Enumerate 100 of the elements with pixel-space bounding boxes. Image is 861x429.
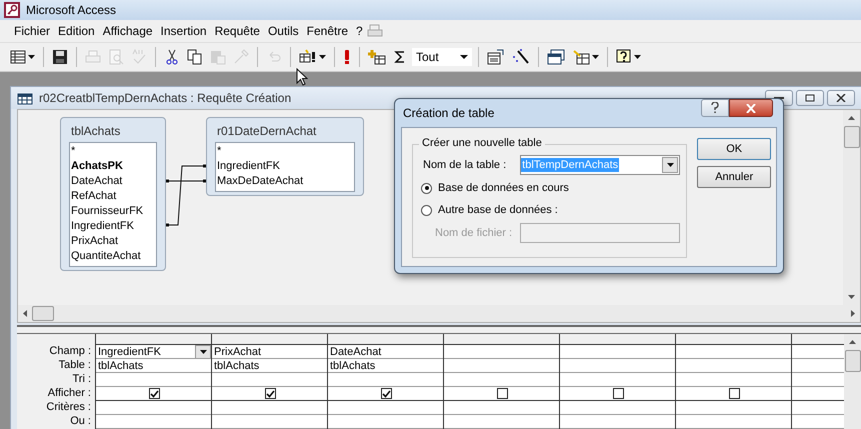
scroll-thumb[interactable] (844, 126, 860, 148)
grid-cell[interactable] (328, 387, 443, 401)
left-arrow-icon[interactable] (23, 310, 27, 317)
cut-icon[interactable] (164, 49, 180, 65)
caret-icon[interactable] (592, 55, 599, 59)
grid-cell[interactable]: PrixAchat (212, 345, 327, 359)
grid-cell[interactable] (96, 401, 211, 415)
caret-icon[interactable] (634, 55, 641, 59)
grid-cell[interactable] (212, 401, 327, 415)
field-item[interactable]: PrixAchat (71, 234, 156, 249)
help-button[interactable] (701, 99, 729, 117)
grid-cell[interactable] (676, 373, 791, 387)
wand-icon[interactable] (512, 49, 530, 65)
properties-icon[interactable] (487, 49, 505, 65)
field-item[interactable]: RefAchat (71, 189, 156, 204)
field-item[interactable]: MaxDeDateAchat (217, 174, 354, 189)
run-icon[interactable] (343, 49, 351, 65)
right-arrow-icon[interactable] (851, 310, 855, 317)
dialog-button[interactable]: OK (697, 138, 772, 160)
grid-cell[interactable] (560, 415, 675, 429)
field-item[interactable]: * (71, 144, 156, 159)
dialog-button[interactable]: Annuler (697, 166, 772, 188)
radio-option[interactable]: Base de données en cours (419, 179, 680, 197)
show-checkbox[interactable] (729, 388, 740, 399)
grid-cell[interactable] (212, 387, 327, 401)
table-box[interactable]: tblAchats * AchatsPK DateAchat RefAchat FournisseurFK IngredientFK PrixAchat QuantiteAchat (60, 117, 166, 271)
add-table-icon[interactable] (368, 49, 386, 65)
close-button[interactable] (729, 99, 773, 117)
show-checkbox[interactable] (613, 388, 624, 399)
field-item[interactable]: QuantiteAchat (71, 249, 156, 264)
grid-cell[interactable] (328, 415, 443, 429)
grid-cell[interactable]: tblAchats (96, 359, 211, 373)
show-checkbox[interactable] (497, 388, 508, 399)
new-object-icon[interactable] (572, 49, 590, 65)
grid-cell[interactable] (560, 387, 675, 401)
grid-cell[interactable] (212, 373, 327, 387)
sigma-icon[interactable] (393, 49, 407, 65)
scroll-thumb[interactable] (844, 350, 860, 372)
pane-splitter[interactable] (17, 325, 861, 334)
grid-cell[interactable] (328, 373, 443, 387)
help-icon[interactable] (616, 49, 632, 65)
grid-cell[interactable]: tblAchats (328, 359, 443, 373)
grid-cell[interactable]: DateAchat (328, 345, 443, 359)
show-checkbox[interactable] (149, 388, 160, 399)
grid-cell[interactable] (676, 359, 791, 373)
field-item[interactable]: FournisseurFK (71, 204, 156, 219)
grid-cell[interactable] (560, 359, 675, 373)
show-checkbox[interactable] (265, 388, 276, 399)
scrollbar[interactable] (843, 110, 860, 305)
caret-icon[interactable] (319, 55, 326, 59)
menu-item[interactable]: Edition (54, 24, 99, 38)
scroll-thumb[interactable] (32, 306, 54, 321)
close-button[interactable] (827, 90, 855, 106)
grid-cell[interactable] (676, 415, 791, 429)
grid-cell[interactable] (444, 401, 559, 415)
caret-icon[interactable] (200, 350, 206, 354)
grid-cell[interactable] (560, 345, 675, 359)
menu-item[interactable]: Fichier (10, 24, 54, 38)
grid-cell[interactable] (444, 345, 559, 359)
dropdown-button[interactable] (195, 344, 211, 358)
close-icon[interactable] (836, 94, 846, 102)
show-checkbox[interactable] (381, 388, 392, 399)
copy-icon[interactable] (187, 49, 203, 65)
grid-cell[interactable] (96, 373, 211, 387)
scrollbar[interactable] (844, 334, 861, 429)
grid-cell[interactable] (96, 415, 211, 429)
up-arrow-icon[interactable] (849, 340, 856, 344)
view-combo[interactable]: Tout (412, 48, 472, 66)
scrollbar[interactable] (18, 305, 860, 322)
restore-button[interactable] (796, 90, 824, 106)
query-type-icon[interactable] (299, 49, 317, 65)
grid-cell[interactable] (676, 387, 791, 401)
window-icon[interactable] (547, 49, 565, 65)
grid-cell[interactable] (96, 387, 211, 401)
grid-cell[interactable] (328, 401, 443, 415)
grid-cell[interactable] (444, 415, 559, 429)
grid-cell[interactable]: IngredientFK (96, 345, 211, 359)
grid-cell[interactable] (676, 401, 791, 415)
help-icon[interactable] (711, 102, 719, 114)
grid-cell[interactable]: tblAchats (212, 359, 327, 373)
grid-cell[interactable] (676, 345, 791, 359)
grid-cell[interactable] (444, 387, 559, 401)
menu-item[interactable]: ? (352, 24, 367, 38)
menu-item[interactable]: Insertion (156, 24, 211, 38)
menu-item[interactable]: Fenêtre (302, 24, 352, 38)
caret-icon[interactable] (28, 55, 35, 59)
table-box[interactable]: r01DateDernAchat * IngredientFK MaxDeDateAchat (206, 117, 364, 196)
menu-item[interactable]: Requête (210, 24, 264, 38)
caret-icon[interactable] (666, 163, 674, 167)
up-arrow-icon[interactable] (848, 116, 855, 120)
grid-cell[interactable] (212, 415, 327, 429)
restore-icon[interactable] (805, 94, 815, 102)
save-icon[interactable] (52, 49, 68, 65)
menu-item[interactable]: Affichage (98, 24, 157, 38)
grid-cell[interactable] (444, 373, 559, 387)
grid-cell[interactable] (444, 359, 559, 373)
down-arrow-icon[interactable] (848, 295, 855, 299)
menu-item[interactable]: Outils (264, 24, 303, 38)
field-item[interactable]: IngredientFK (217, 159, 354, 174)
field-item[interactable]: DateAchat (71, 174, 156, 189)
